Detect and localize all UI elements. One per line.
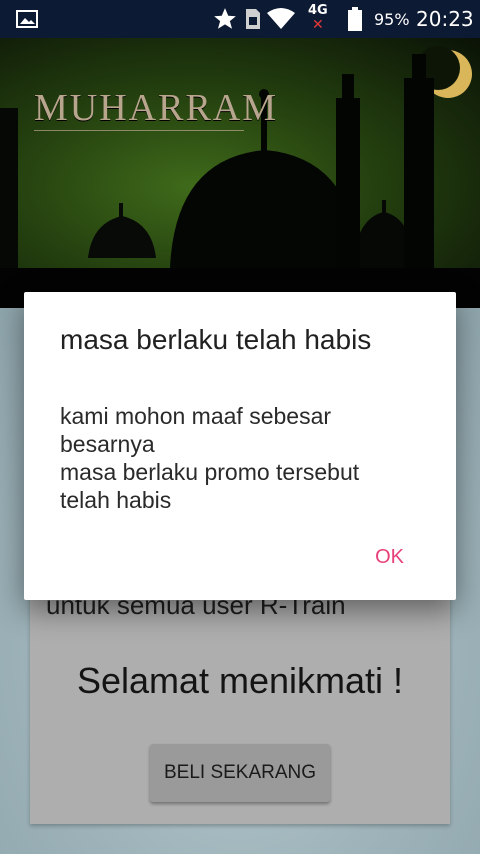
banner-underline [34,130,244,131]
dialog-message: kami mohon maaf sebesar besarnya masa be… [60,402,420,514]
dialog-message-line: besarnya [60,431,155,457]
wifi-icon [266,0,296,38]
enjoy-text: Selamat menikmati ! [76,660,404,701]
dialog-message-line: masa berlaku promo tersebut [60,459,360,485]
status-bar: 4G ✕ 95% 20:23 [0,0,480,38]
dialog-message-line: kami mohon maaf sebesar [60,403,332,429]
network-type: 4G [308,3,328,18]
clock: 20:23 [416,7,474,31]
gallery-icon [16,0,38,38]
signal-icon: 4G ✕ [304,0,338,38]
expired-dialog: masa berlaku telah habis kami mohon maaf… [24,292,456,600]
buy-now-button[interactable]: BELI SEKARANG [150,744,330,802]
battery-icon [348,0,362,38]
dialog-message-line: telah habis [60,487,172,513]
mosque-silhouette [0,46,480,308]
banner-title: MUHARRAM [34,87,279,129]
no-signal-icon: ✕ [312,17,324,33]
muharram-banner: MUHARRAM [0,38,480,308]
ok-button[interactable]: OK [375,546,404,569]
battery-percent: 95% [374,9,410,29]
dialog-title: masa berlaku telah habis [60,324,372,355]
star-icon [212,0,238,38]
sim-card-icon [244,0,262,38]
